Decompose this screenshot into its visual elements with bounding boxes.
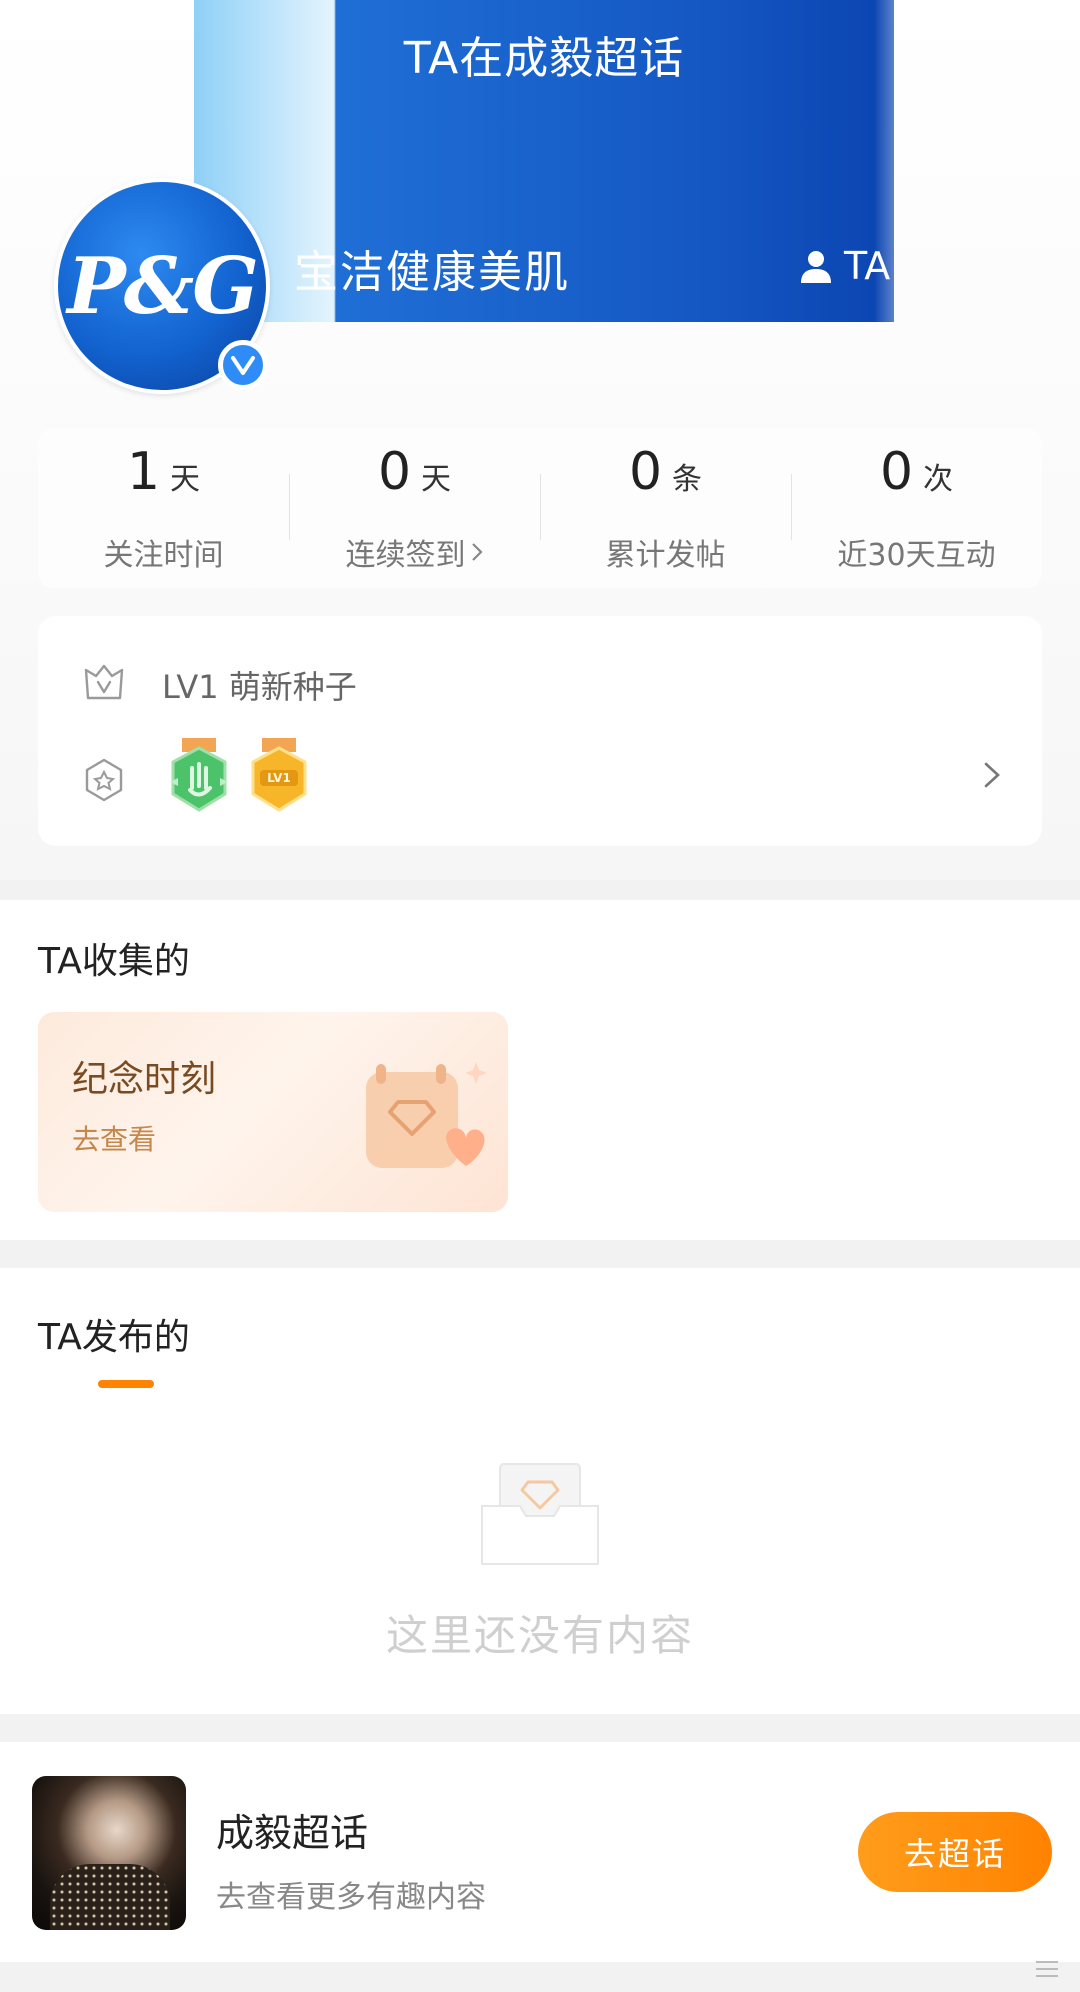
stat-checkin-streak[interactable]: 0 天 连续签到 [289, 428, 540, 588]
collected-title: TA收集的 [38, 941, 190, 982]
stat-value: 1 [126, 442, 161, 502]
empty-box-icon [481, 1463, 599, 1565]
level-label: LV1 萌新种子 [162, 668, 357, 706]
posts-section: TA发布的 这里还没有内容 [0, 1268, 1080, 1714]
stat-unit: 天 [170, 462, 201, 497]
chevron-right-icon[interactable] [980, 758, 1004, 792]
green-hand-medal-icon[interactable] [168, 738, 230, 820]
stat-label: 近30天互动 [837, 538, 996, 573]
stat-value: 0 [879, 442, 914, 502]
stats-row: 1 天 关注时间 0 天 连续签到 0 条 累计发帖 0 次 近30天互动 [38, 428, 1042, 588]
collected-section: TA收集的 纪念时刻 去查看 [0, 900, 1080, 1240]
person-icon [801, 251, 831, 283]
banner-title: TA在成毅超话 [403, 33, 685, 84]
crown-v-icon [84, 664, 124, 700]
topic-entry-bar[interactable]: 成毅超话 去查看更多有趣内容 去超话 [0, 1742, 1080, 1962]
stat-label: 累计发帖 [605, 538, 726, 573]
topic-subtitle: 去查看更多有趣内容 [216, 1880, 486, 1915]
tab-active-indicator [98, 1380, 154, 1388]
stat-value: 0 [628, 442, 663, 502]
stat-follow-time: 1 天 关注时间 [38, 428, 289, 588]
stat-interactions-30d: 0 次 近30天互动 [791, 428, 1042, 588]
stat-unit: 次 [923, 462, 954, 497]
go-to-topic-button[interactable]: 去超话 [858, 1812, 1052, 1892]
tab-posts[interactable]: TA发布的 [38, 1308, 190, 1360]
stat-value: 0 [377, 442, 412, 502]
gold-lv1-medal-icon[interactable]: LV1 [248, 738, 310, 820]
chevron-right-icon [471, 543, 483, 561]
user-tag-text: TA [844, 244, 891, 288]
user-name: 宝洁健康美肌 [294, 247, 570, 298]
stat-label: 连续签到 [345, 538, 466, 573]
medal-lv-text: LV1 [267, 771, 291, 785]
verified-icon [218, 340, 268, 390]
memorial-card-title: 纪念时刻 [72, 1059, 217, 1100]
stat-label: 关注时间 [103, 538, 224, 573]
profile-header: TA在成毅超话 宝洁健康美肌 TA P&G 1 天 关注时间 0 天 连续签到 … [0, 0, 1080, 880]
memorial-moments-card[interactable]: 纪念时刻 去查看 [38, 1012, 508, 1212]
level-card[interactable]: LV1 萌新种子 LV1 [38, 616, 1042, 846]
memorial-card-link[interactable]: 去查看 [72, 1118, 156, 1158]
topic-thumbnail[interactable] [32, 1776, 186, 1930]
menu-lines-icon[interactable] [1034, 1960, 1060, 1978]
topic-banner[interactable]: TA在成毅超话 宝洁健康美肌 TA [194, 0, 894, 322]
stat-unit: 条 [672, 462, 703, 497]
calendar-heart-icon [366, 1062, 487, 1168]
topic-title: 成毅超话 [216, 1811, 369, 1855]
avatar-logo: P&G [67, 240, 259, 332]
stat-unit: 天 [421, 462, 452, 497]
badge-outline-icon [85, 758, 123, 802]
banner-user-tag[interactable]: TA [798, 244, 890, 288]
empty-state-text: 这里还没有内容 [385, 1611, 694, 1660]
stat-total-posts: 0 条 累计发帖 [540, 428, 791, 588]
